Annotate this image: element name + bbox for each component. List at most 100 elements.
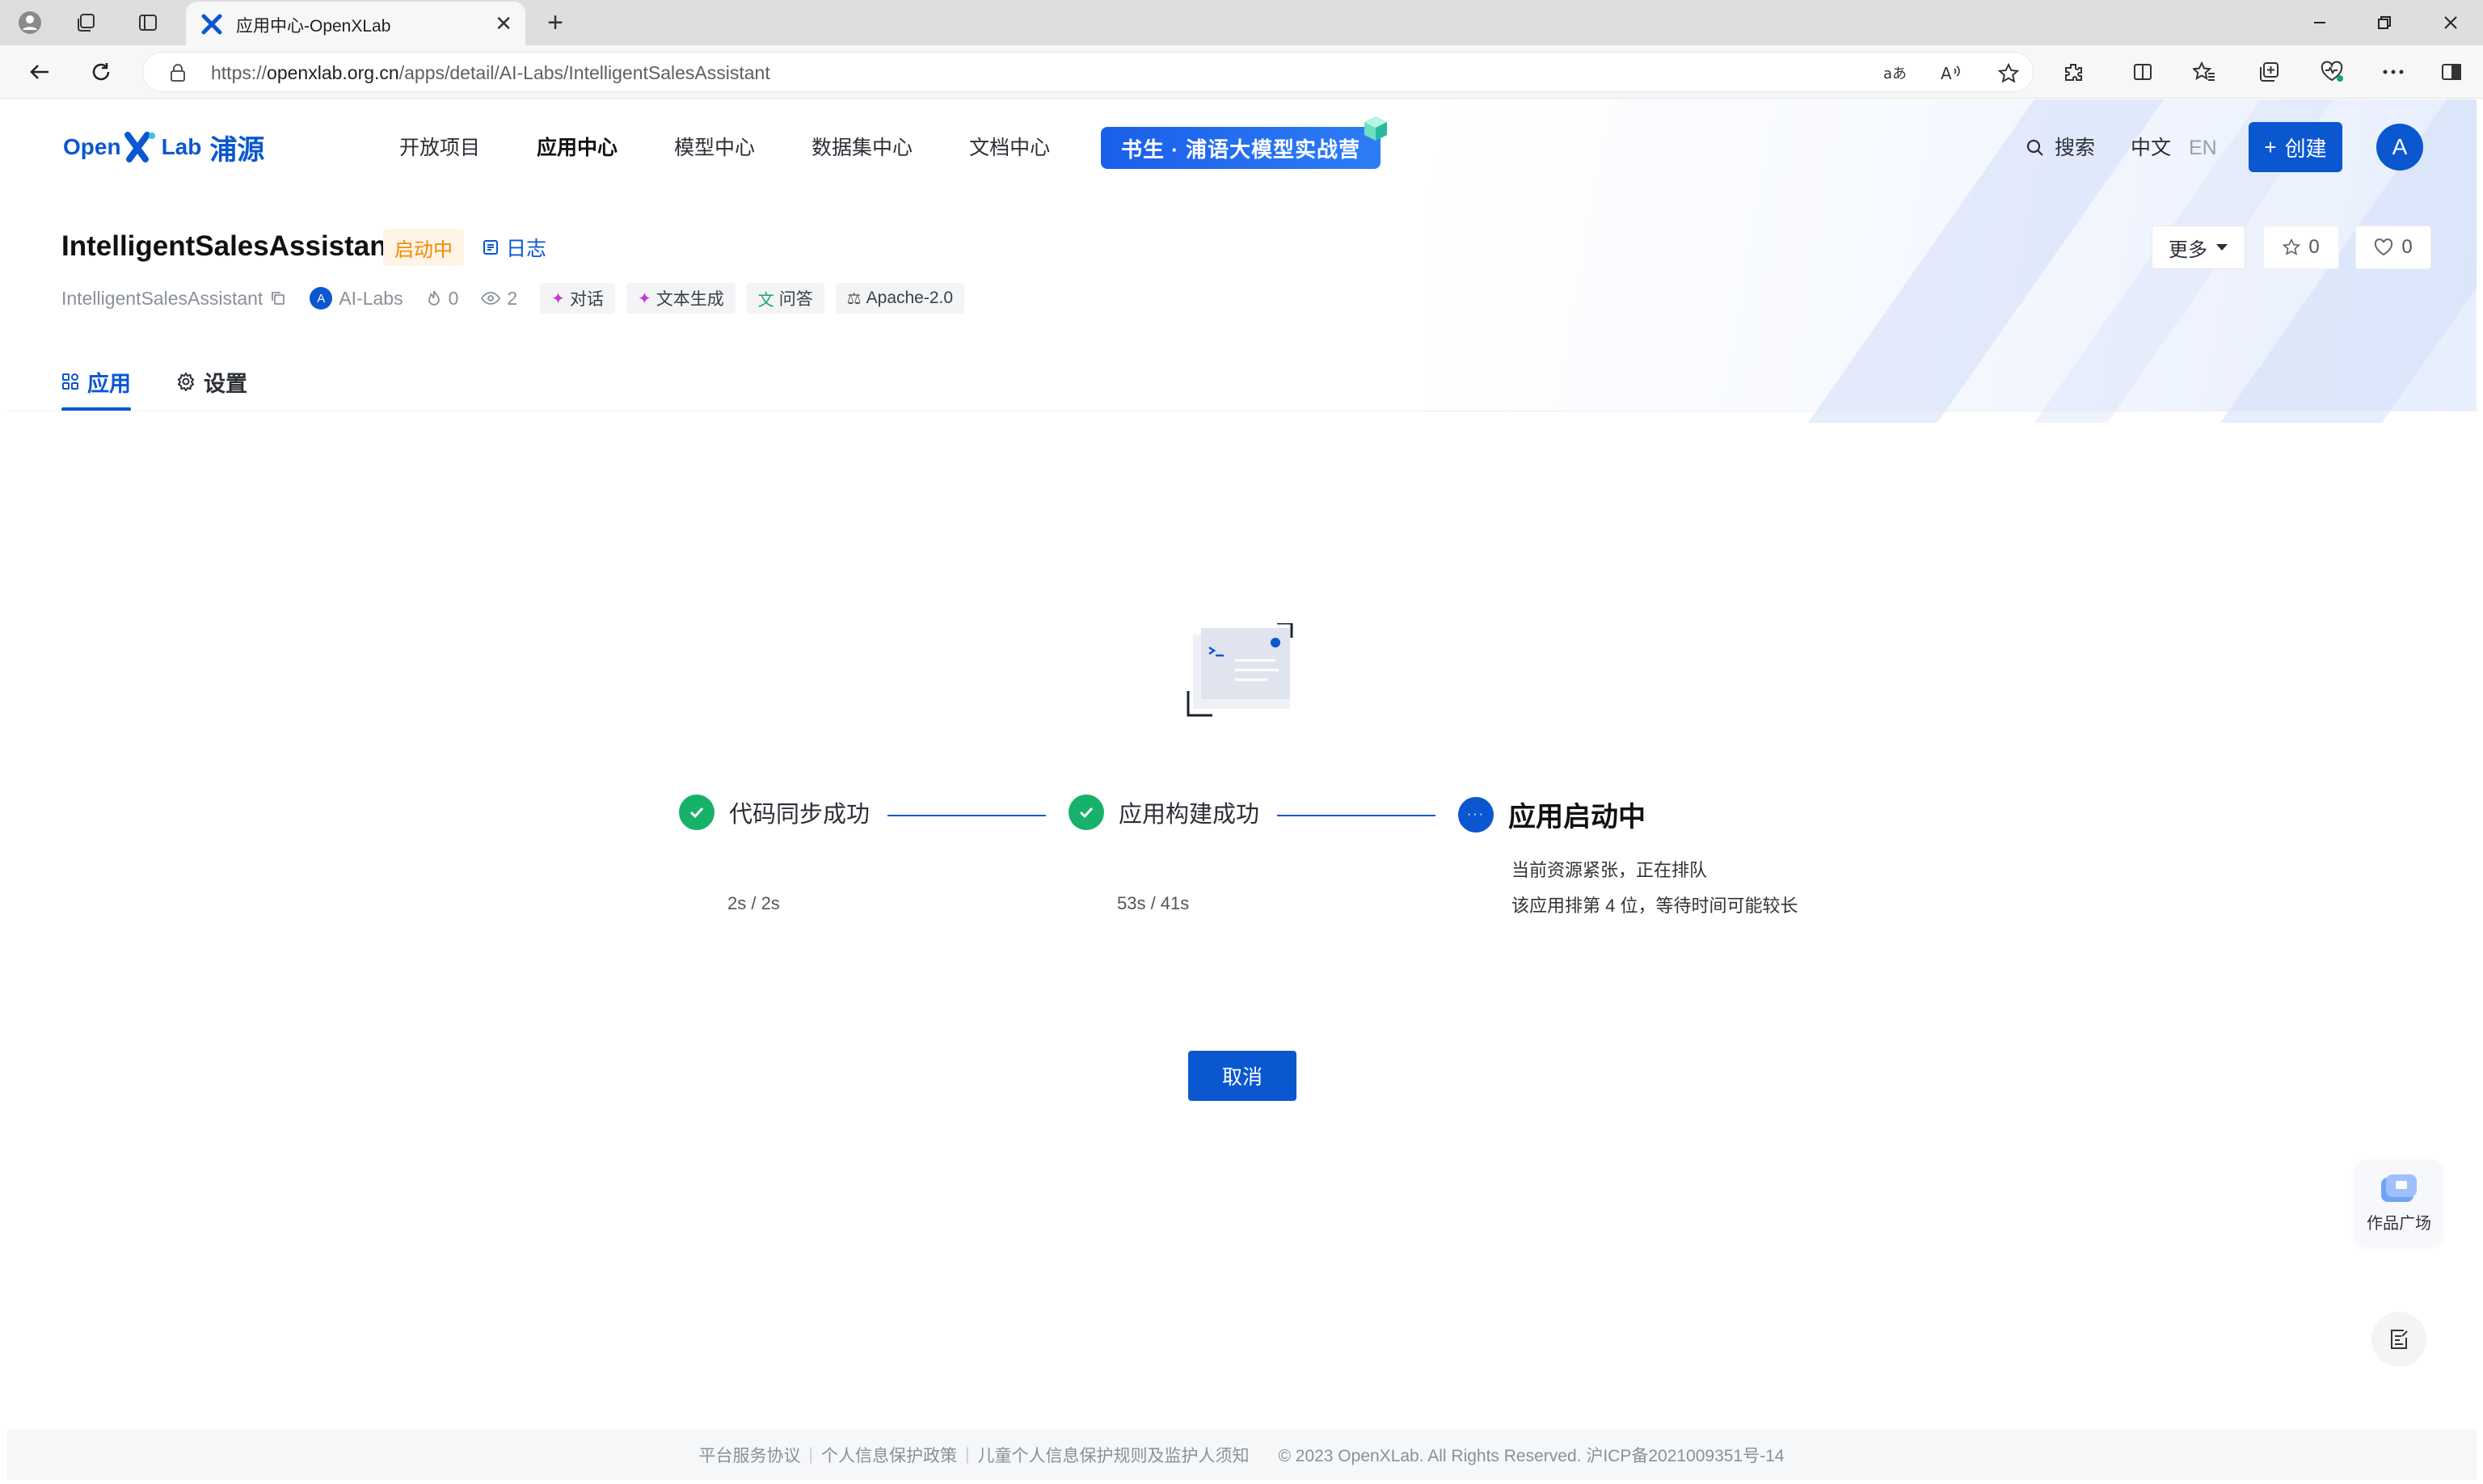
nav-model-center[interactable]: 模型中心 xyxy=(674,132,755,164)
step-build: 应用构建成功 xyxy=(1069,795,1259,830)
step-time: 53s / 41s xyxy=(1117,893,1190,913)
tag-dialogue[interactable]: ✦ 对话 xyxy=(540,283,615,314)
browser-tab-active[interactable]: 应用中心-OpenXLab ✕ xyxy=(186,2,525,45)
star-icon xyxy=(2283,238,2301,255)
url-field[interactable]: https://openxlab.org.cn/apps/detail/AI-L… xyxy=(142,52,2034,92)
camp-banner[interactable]: 书生 · 浦语大模型实战营 xyxy=(1101,116,1387,169)
more-menu-icon[interactable] xyxy=(2378,57,2409,87)
footer-link-children-privacy[interactable]: 儿童个人信息保护规则及监护人须知 xyxy=(977,1443,1249,1467)
restore-icon[interactable] xyxy=(2368,6,2401,39)
check-circle-icon xyxy=(1069,795,1104,830)
flame-icon xyxy=(428,290,440,306)
back-icon[interactable] xyxy=(23,55,57,89)
step-connector xyxy=(887,815,1046,816)
nav-docs-center[interactable]: 文档中心 xyxy=(969,132,1050,164)
svg-text:A: A xyxy=(1941,64,1952,83)
openxlab-logo[interactable]: Open Lab 浦源 xyxy=(63,127,264,167)
tab-settings-label: 设置 xyxy=(204,371,247,396)
user-avatar[interactable]: A xyxy=(2376,124,2423,171)
logo-open-text: Open xyxy=(63,134,121,159)
tag-text-generation[interactable]: ✦ 文本生成 xyxy=(626,283,736,314)
sidebar-toggle-icon[interactable] xyxy=(2436,57,2467,87)
favorite-star-icon[interactable] xyxy=(1996,61,2021,86)
translate-page-icon[interactable]: aあ xyxy=(1882,61,1908,86)
step-code-sync: 代码同步成功 xyxy=(679,795,870,830)
page-content: Open Lab 浦源 开放项目 应用中心 模型中心 数据集中心 文档中心 书生… xyxy=(6,99,2477,1480)
openxlab-favicon-icon xyxy=(201,14,222,35)
more-dropdown[interactable]: 更多 xyxy=(2152,226,2245,269)
step-time: 2s / 2s xyxy=(727,893,780,913)
url-host: openxlab.org.cn xyxy=(267,62,399,83)
step-label-current: 应用启动中 xyxy=(1508,802,1646,833)
new-tab-icon[interactable]: + xyxy=(540,7,571,38)
tag-qa[interactable]: 文 问答 xyxy=(746,283,824,314)
log-label: 日志 xyxy=(506,238,547,260)
star-button[interactable]: 0 xyxy=(2263,226,2339,269)
tag-label: Apache-2.0 xyxy=(866,289,954,307)
heart-button[interactable]: 0 xyxy=(2355,226,2431,269)
sparkle-icon: ✦ xyxy=(551,289,565,308)
url-text: https://openxlab.org.cn/apps/detail/AI-L… xyxy=(211,62,770,84)
tab-settings[interactable]: 设置 xyxy=(176,355,247,408)
gallery-label: 作品广场 xyxy=(2367,1214,2431,1233)
gallery-float-button[interactable]: 作品广场 xyxy=(2355,1160,2443,1246)
create-label: 创建 xyxy=(2284,136,2327,161)
step-connector xyxy=(1277,815,1435,816)
browser-tab-title: 应用中心-OpenXLab xyxy=(236,17,391,36)
eye-icon xyxy=(481,292,501,305)
feedback-button[interactable] xyxy=(2371,1312,2426,1367)
translate-icon: 文 xyxy=(757,291,774,310)
workspaces-icon[interactable] xyxy=(71,8,102,37)
repo-name-text: IntelligentSalesAssistant xyxy=(61,287,263,309)
footer-link-privacy[interactable]: 个人信息保护政策 xyxy=(821,1443,957,1467)
search-button[interactable]: 搜索 xyxy=(2026,132,2095,164)
lang-en-option[interactable]: EN xyxy=(2189,132,2217,164)
tag-label: 问答 xyxy=(778,290,813,309)
minimize-icon[interactable] xyxy=(2304,6,2336,39)
queue-status-text: 当前资源紧张，正在排队 xyxy=(1511,860,1708,880)
sparkle-icon: ✦ xyxy=(637,289,651,308)
close-window-icon[interactable] xyxy=(2435,6,2467,39)
cancel-button[interactable]: 取消 xyxy=(1188,1051,1296,1101)
create-button[interactable]: + 创建 xyxy=(2249,122,2342,172)
step-launch: ··· 应用启动中 xyxy=(1458,795,1646,834)
tab-app[interactable]: 应用 xyxy=(61,355,131,411)
lang-zh-option[interactable]: 中文 xyxy=(2131,132,2171,164)
read-aloud-icon[interactable]: A xyxy=(1939,61,1965,86)
copy-icon[interactable] xyxy=(269,289,287,307)
extensions-icon[interactable] xyxy=(2058,57,2089,87)
page-tabs: 应用 设置 xyxy=(61,355,293,411)
split-screen-icon[interactable] xyxy=(2127,57,2158,87)
address-bar: https://openxlab.org.cn/apps/detail/AI-L… xyxy=(0,45,2483,99)
close-tab-icon[interactable]: ✕ xyxy=(495,11,512,36)
queue-position-text: 该应用排第 4 位，等待时间可能较长 xyxy=(1511,896,1798,916)
browser-essentials-icon[interactable] xyxy=(2316,57,2347,87)
camp-banner-text: 书生 · 浦语大模型实战营 xyxy=(1120,137,1361,162)
loading-dots-icon: ··· xyxy=(1458,796,1494,833)
owner[interactable]: A AI-Labs xyxy=(310,287,403,310)
owner-name: AI-Labs xyxy=(339,287,403,309)
nav-open-projects[interactable]: 开放项目 xyxy=(399,132,480,164)
nav-app-center[interactable]: 应用中心 xyxy=(537,132,618,164)
collections-icon[interactable] xyxy=(2253,57,2284,87)
tab-actions-icon[interactable] xyxy=(133,8,163,37)
refresh-icon[interactable] xyxy=(84,55,118,89)
log-link[interactable]: 日志 xyxy=(482,230,546,264)
logo-x-icon xyxy=(124,132,155,162)
tag-license[interactable]: ⚖ Apache-2.0 xyxy=(835,283,965,314)
star-count: 0 xyxy=(2308,236,2320,258)
heart-icon xyxy=(2375,238,2393,256)
search-icon xyxy=(2026,139,2043,156)
nav-dataset-center[interactable]: 数据集中心 xyxy=(812,132,913,164)
profile-icon[interactable] xyxy=(15,8,45,37)
favorites-icon[interactable] xyxy=(2189,57,2220,87)
browser-tabstrip: 应用中心-OpenXLab ✕ + xyxy=(0,0,2483,45)
svg-text:aあ: aあ xyxy=(1883,65,1907,82)
likes-value: 0 xyxy=(448,287,459,309)
tag-label: 文本生成 xyxy=(656,290,724,309)
scale-icon: ⚖ xyxy=(846,289,862,308)
url-path: /apps/detail/AI-Labs/IntelligentSalesAss… xyxy=(398,62,770,83)
repo-name: IntelligentSalesAssistant xyxy=(61,288,287,310)
footer-link-terms[interactable]: 平台服务协议 xyxy=(699,1443,801,1467)
check-circle-icon xyxy=(679,795,715,830)
